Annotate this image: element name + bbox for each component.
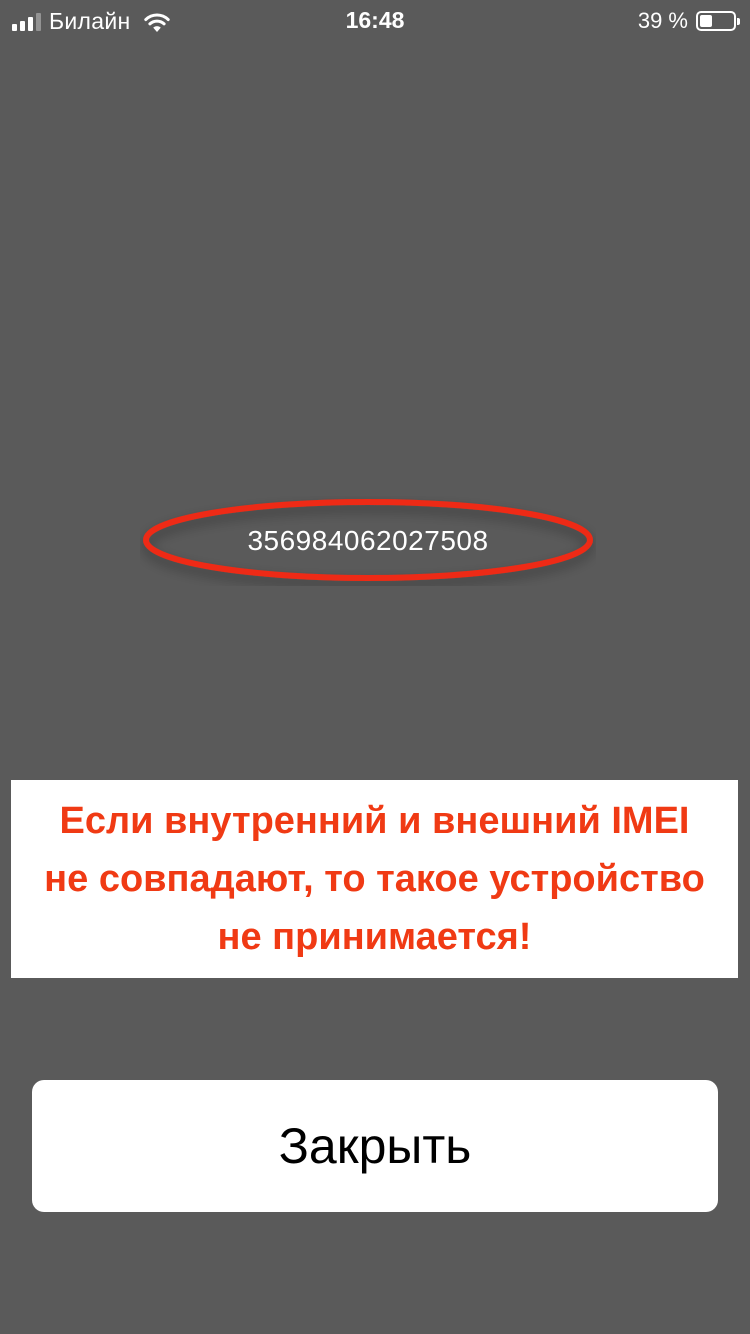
imei-display: 356984062027508 (140, 496, 596, 586)
status-bar: Билайн 16:48 39 % (0, 0, 750, 40)
warning-line-3: не принимается! (217, 916, 532, 958)
imei-screen: Билайн 16:48 39 % 356984062027508 Если в… (0, 0, 750, 1334)
status-right: 39 % (637, 8, 740, 34)
warning-line-1: Если внутренний и внешний IMEI (59, 800, 690, 842)
battery-percent: 39 % (637, 8, 688, 33)
battery-level-fill (700, 15, 712, 27)
battery-nub (737, 18, 740, 25)
warning-line-2: не совпадают, то такое устройство (44, 858, 705, 900)
battery-icon (696, 11, 740, 31)
close-button[interactable]: Закрыть (32, 1080, 718, 1212)
imei-number: 356984062027508 (247, 525, 489, 556)
warning-banner: Если внутренний и внешний IMEI не совпад… (11, 780, 738, 978)
